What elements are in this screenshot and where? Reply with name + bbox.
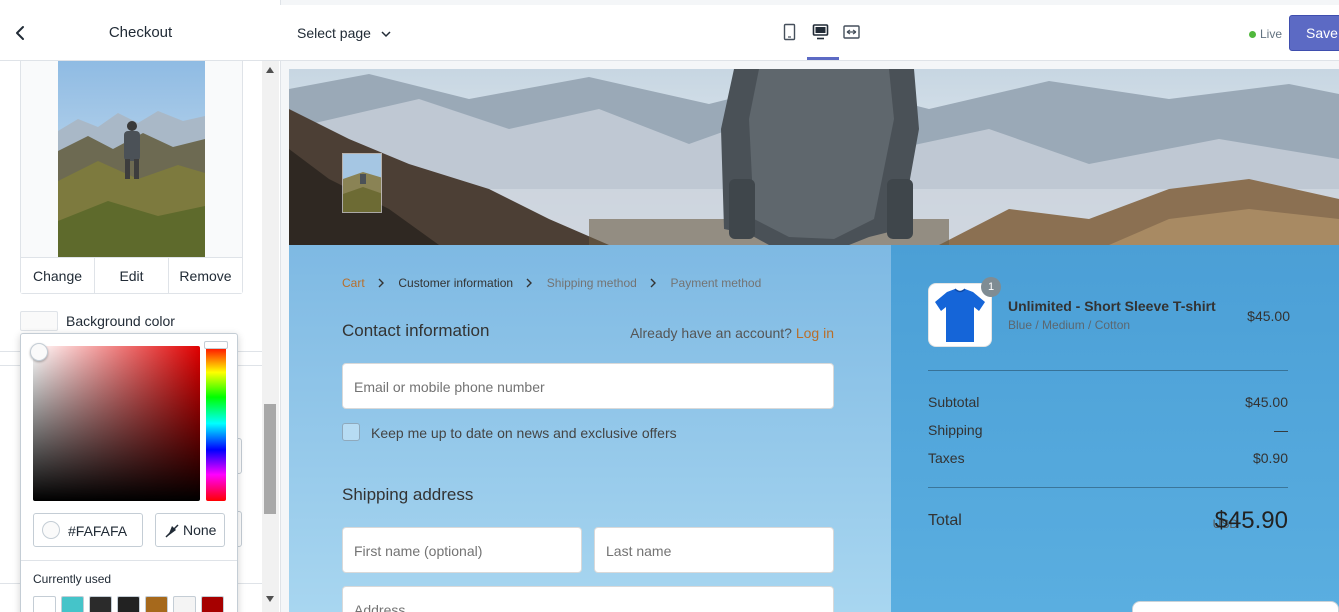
cart-line-item: 1 Unlimited - Short Sleeve T-shirt Blue … [928,277,1327,347]
checkout-main-column: Cart Customer information Shipping metho… [289,245,891,612]
sidebar-scrollbar[interactable] [262,61,279,612]
hex-color-input[interactable]: #FAFAFA [33,513,143,547]
tshirt-icon [935,288,985,342]
saturation-handle[interactable] [30,343,48,361]
color-swatch[interactable] [173,596,196,612]
save-button[interactable]: Save [1289,15,1339,51]
chevron-down-icon [381,31,391,38]
color-preview-dot [42,521,60,539]
shipping-value: — [1274,422,1288,438]
hue-handle[interactable] [204,341,228,349]
hex-value: #FAFAFA [68,523,128,539]
chevron-right-icon [650,278,657,288]
remove-image-button[interactable]: Remove [169,258,242,293]
sidebar-title: Checkout [108,24,173,41]
scroll-up-arrow-icon[interactable] [266,67,274,73]
contact-info-heading: Contact information [342,321,490,340]
shipping-row: Shipping — [928,422,1288,438]
live-status: Live [1249,27,1282,41]
no-color-button[interactable]: None [155,513,225,547]
summary-divider [928,370,1288,371]
currently-used-label: Currently used [33,572,112,586]
subtotal-label: Subtotal [928,394,980,410]
live-status-dot-icon [1249,31,1256,39]
quantity-badge: 1 [981,277,1001,297]
breadcrumb-payment-method: Payment method [670,275,762,290]
address-field[interactable]: Address [342,586,834,612]
taxes-value: $0.90 [1252,450,1288,466]
background-color-swatch[interactable] [20,311,58,331]
chevron-right-icon [526,278,533,288]
floating-widget[interactable] [1132,601,1339,612]
breadcrumb-cart[interactable]: Cart [342,276,365,290]
color-swatch[interactable] [61,596,84,612]
chevron-right-icon [378,278,385,288]
account-prompt-text: Already have an account? [630,325,792,341]
live-label: Live [1260,27,1283,41]
last-name-placeholder: Last name [606,543,672,559]
order-summary: 1 Unlimited - Short Sleeve T-shirt Blue … [891,245,1339,612]
last-name-field[interactable]: Last name [594,527,834,573]
color-swatch[interactable] [117,596,140,612]
color-swatch[interactable] [33,596,56,612]
banner-image-preview [58,61,205,257]
login-prompt: Already have an account? Log in [630,325,834,341]
subtotal-value: $45.00 [1245,394,1288,410]
total-amount: $45.90 [1214,507,1288,534]
address-placeholder: Address [354,602,406,612]
breadcrumb-shipping-method: Shipping method [546,275,637,290]
change-image-button[interactable]: Change [21,258,95,293]
background-color-label: Background color [66,313,175,329]
product-thumbnail: 1 [928,277,1001,347]
total-label: Total [928,512,962,529]
product-name: Unlimited - Short Sleeve T-shirt [1008,298,1216,314]
subtotal-row: Subtotal $45.00 [928,394,1288,410]
select-page-dropdown[interactable]: Select page [297,25,391,41]
currently-used-swatches [33,596,224,612]
product-variant: Blue / Medium / Cotton [1008,318,1131,332]
no-color-label: None [183,522,217,538]
email-field[interactable]: Email or mobile phone number [342,363,834,409]
saturation-brightness-area[interactable] [30,343,200,501]
picker-divider [21,560,237,561]
desktop-view-icon[interactable] [812,23,829,41]
mobile-view-icon[interactable] [781,23,798,41]
login-link[interactable]: Log in [796,325,834,341]
checkout-preview: Cart Customer information Shipping metho… [289,69,1339,612]
taxes-row: Taxes $0.90 [928,450,1288,466]
color-swatch[interactable] [145,596,168,612]
device-toggle-group [781,23,860,41]
full-width-view-icon[interactable] [843,23,860,41]
email-placeholder: Email or mobile phone number [354,379,545,395]
edit-image-button[interactable]: Edit [95,258,169,293]
checkout-banner-image [289,69,1339,245]
scrollbar-thumb[interactable] [264,404,276,514]
background-color-setting: Background color [20,311,260,331]
scroll-down-arrow-icon[interactable] [266,596,274,602]
editor-topbar: Select page Live Save [281,5,1339,61]
select-page-label: Select page [297,25,371,41]
store-logo-image [342,153,382,213]
breadcrumb: Cart Customer information Shipping metho… [342,275,761,290]
hue-slider[interactable] [204,341,228,501]
color-swatch[interactable] [89,596,112,612]
sidebar-header: Checkout [0,5,281,61]
color-swatch[interactable] [201,596,224,612]
shipping-address-heading: Shipping address [342,485,474,504]
product-price: $45.00 [1247,308,1290,324]
newsletter-label: Keep me up to date on news and exclusive… [371,425,677,441]
active-device-indicator [807,57,839,60]
color-picker-popover: #FAFAFA None Currently used [20,333,238,612]
first-name-field[interactable]: First name (optional) [342,527,582,573]
banner-image-card: Change Edit Remove [20,61,243,294]
taxes-label: Taxes [928,450,965,466]
summary-divider [928,487,1288,488]
shipping-label: Shipping [928,422,983,438]
newsletter-checkbox[interactable] [342,423,360,441]
no-color-icon [165,524,179,538]
first-name-placeholder: First name (optional) [354,543,483,559]
image-actions: Change Edit Remove [21,257,242,293]
breadcrumb-customer-info: Customer information [398,275,514,290]
editor-sidebar: Checkout Change Edit Remove Background c… [0,0,281,612]
